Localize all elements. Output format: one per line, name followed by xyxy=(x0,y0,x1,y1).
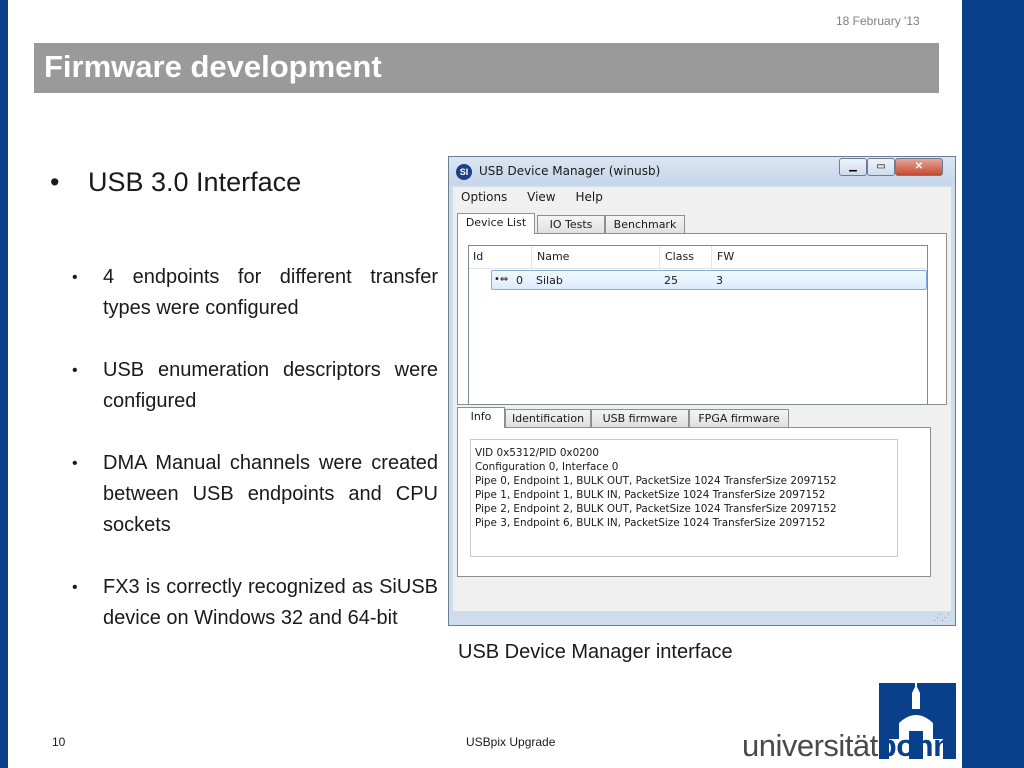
info-line: VID 0x5312/PID 0x0200 xyxy=(475,447,600,459)
info-line: Pipe 3, Endpoint 6, BULK IN, PacketSize … xyxy=(475,517,826,529)
university-logo-text: universitätbonn xyxy=(742,728,952,764)
column-header-name[interactable]: Name xyxy=(537,250,569,263)
right-accent-bar xyxy=(962,0,1024,768)
footer-title: USBpix Upgrade xyxy=(466,735,556,749)
tab-benchmark[interactable]: Benchmark xyxy=(605,215,685,233)
column-header-class[interactable]: Class xyxy=(665,250,694,263)
device-row[interactable]: •⇔ 0 Silab 25 3 xyxy=(491,270,927,290)
device-name: Silab xyxy=(536,274,563,287)
column-divider xyxy=(711,246,712,268)
info-line: Configuration 0, Interface 0 xyxy=(475,461,619,473)
figure-caption: USB Device Manager interface xyxy=(458,641,733,663)
sub-bullet: • FX3 is correctly recognized as SiUSB d… xyxy=(72,572,438,634)
tab-device-list[interactable]: Device List xyxy=(457,213,535,234)
menu-view[interactable]: View xyxy=(519,187,563,204)
title-bar: Firmware development xyxy=(34,43,939,93)
page-number: 10 xyxy=(52,735,66,749)
window-client-area: Device List IO Tests Benchmark Id Name C… xyxy=(453,207,951,611)
menu-options[interactable]: Options xyxy=(453,187,515,204)
usb-icon: •⇔ xyxy=(494,274,509,285)
column-header-fw[interactable]: FW xyxy=(717,250,734,263)
tab-usb-firmware[interactable]: USB firmware xyxy=(591,409,689,427)
window-title: USB Device Manager (winusb) xyxy=(479,164,661,178)
device-class: 25 xyxy=(664,274,678,287)
tab-identification[interactable]: Identification xyxy=(505,409,591,427)
logo-text-universitat: universität xyxy=(742,728,878,763)
sub-bullet: • 4 endpoints for different transfer typ… xyxy=(72,262,438,324)
maximize-icon[interactable]: ▭ xyxy=(867,158,895,176)
bullet-dot: • xyxy=(72,362,78,379)
app-icon: SI xyxy=(456,164,472,180)
sub-bullet-text: DMA Manual channels were created between… xyxy=(103,452,438,536)
menu-bar: Options View Help xyxy=(453,187,951,207)
device-id: 0 xyxy=(516,274,523,287)
sub-bullet-list: • 4 endpoints for different transfer typ… xyxy=(72,262,438,665)
bullet-dot: • xyxy=(72,579,78,596)
bullet-dot: • xyxy=(72,455,78,472)
info-line: Pipe 1, Endpoint 1, BULK IN, PacketSize … xyxy=(475,489,826,501)
device-list-header: Id Name Class FW xyxy=(469,246,927,269)
sub-bullet: • USB enumeration descriptors were confi… xyxy=(72,355,438,417)
logo-text-bonn: bonn xyxy=(877,728,952,763)
slide-title: Firmware development xyxy=(44,49,382,84)
sub-bullet-text: USB enumeration descriptors were configu… xyxy=(103,359,438,412)
info-panel: VID 0x5312/PID 0x0200 Configuration 0, I… xyxy=(457,427,931,577)
sub-bullet-text: 4 endpoints for different transfer types… xyxy=(103,266,438,319)
main-bullet-text: USB 3.0 Interface xyxy=(88,167,302,197)
info-text-box[interactable]: VID 0x5312/PID 0x0200 Configuration 0, I… xyxy=(470,439,898,557)
minimize-icon[interactable]: ▁ xyxy=(839,158,867,176)
resize-grip-icon[interactable]: ⋰⋰ xyxy=(933,612,950,623)
tab-fpga-firmware[interactable]: FPGA firmware xyxy=(689,409,789,427)
column-divider xyxy=(659,246,660,268)
info-line: Pipe 0, Endpoint 1, BULK OUT, PacketSize… xyxy=(475,475,837,487)
tab-info[interactable]: Info xyxy=(457,407,505,428)
slide-date: 18 February '13 xyxy=(836,14,920,28)
window-title-bar[interactable]: SI USB Device Manager (winusb) ▁ ▭ ✕ xyxy=(449,157,955,185)
bullet-dot: • xyxy=(72,269,78,286)
left-accent-bar xyxy=(0,0,8,768)
tab-io-tests[interactable]: IO Tests xyxy=(537,215,605,233)
device-list-panel: Id Name Class FW •⇔ 0 Silab 25 3 xyxy=(457,233,947,405)
device-list: Id Name Class FW •⇔ 0 Silab 25 3 xyxy=(468,245,928,405)
usb-device-manager-window: SI USB Device Manager (winusb) ▁ ▭ ✕ Opt… xyxy=(448,156,956,626)
menu-help[interactable]: Help xyxy=(567,187,610,204)
bullet-dot: • xyxy=(50,167,60,197)
close-icon[interactable]: ✕ xyxy=(895,158,943,176)
sub-bullet: • DMA Manual channels were created betwe… xyxy=(72,448,438,541)
column-divider xyxy=(531,246,532,268)
sub-bullet-text: FX3 is correctly recognized as SiUSB dev… xyxy=(103,576,438,629)
column-header-id[interactable]: Id xyxy=(473,250,483,263)
device-fw: 3 xyxy=(716,274,723,287)
info-line: Pipe 2, Endpoint 2, BULK OUT, PacketSize… xyxy=(475,503,837,515)
